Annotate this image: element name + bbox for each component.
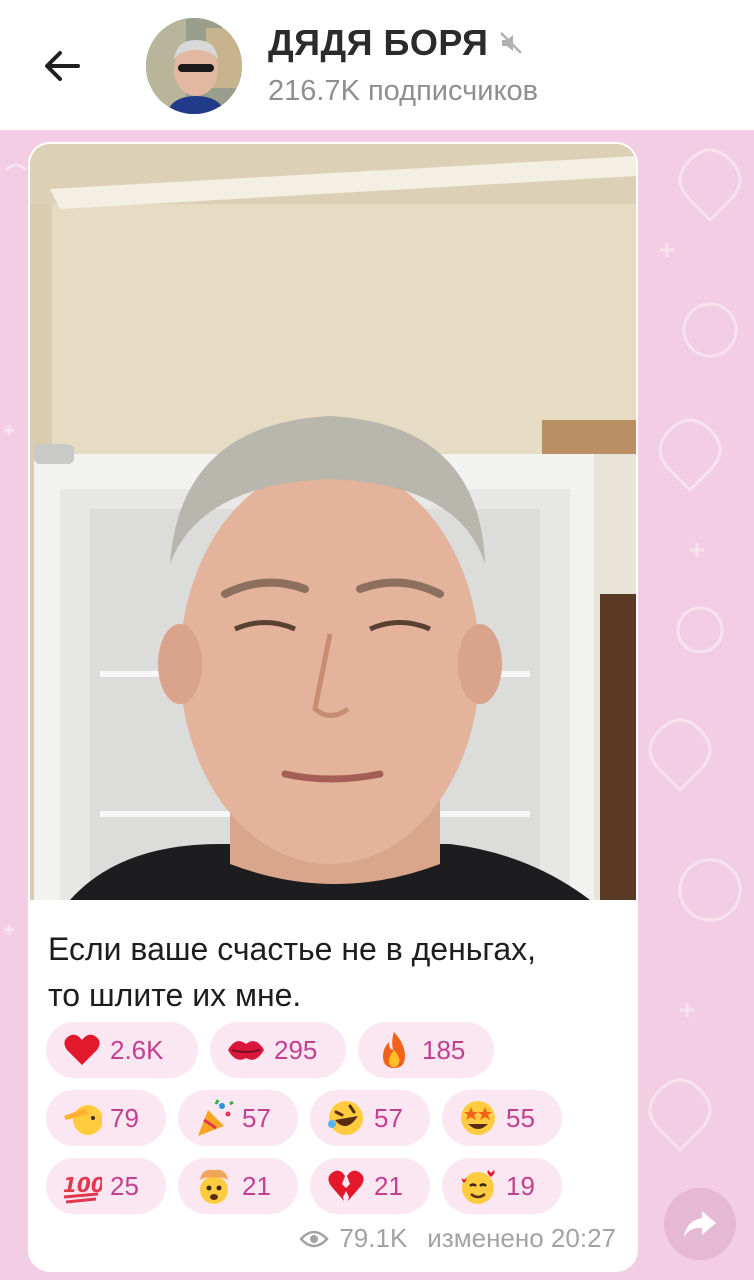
rofl-icon [326,1098,366,1138]
reaction-count: 185 [422,1034,466,1065]
edited-timestamp: изменено 20:27 [427,1223,616,1253]
muted-speaker-icon [500,32,523,54]
reaction-count: 55 [506,1102,535,1133]
salute-face-icon [62,1098,102,1138]
reaction-hundred[interactable]: 100 25 [46,1158,166,1214]
reaction-count: 21 [374,1170,403,1201]
reaction-count: 25 [110,1170,139,1201]
eye-icon [299,1230,330,1247]
star-struck-icon [458,1098,498,1138]
message-bubble: Если ваше счастье не в деньгах, то шлите… [28,142,638,1272]
reaction-count: 2.6K [110,1034,164,1065]
reaction-kiss[interactable]: 295 [210,1022,346,1078]
reaction-count: 19 [506,1170,535,1201]
reaction-count: 295 [274,1034,318,1065]
broken-heart-icon [326,1166,366,1206]
reaction-broken-heart[interactable]: 21 [310,1158,430,1214]
smiling-face-with-hearts-icon [458,1166,498,1206]
selfie-image [30,144,636,900]
channel-title[interactable]: ДЯДЯ БОРЯ [268,22,488,64]
view-count: 79.1K [339,1223,408,1253]
arrow-left-icon [45,51,80,81]
hundred-points-icon: 100 [62,1166,102,1206]
share-arrow-icon [684,1211,716,1237]
reaction-salute[interactable]: 79 [46,1090,166,1146]
back-button[interactable] [36,40,88,92]
kiss-mark-icon [226,1030,266,1070]
reaction-count: 57 [374,1102,403,1133]
caption-line-2: то шлите их мне. [48,977,302,1013]
caption-line-1: Если ваше счастье не в деньгах, [48,931,537,967]
exploding-head-icon [194,1166,234,1206]
fire-icon [374,1030,414,1070]
reaction-exploding-head[interactable]: 21 [178,1158,298,1214]
reaction-count: 57 [242,1102,271,1133]
heart-icon [62,1030,102,1070]
message-meta: 79.1K изменено 20:27 [299,1223,616,1254]
reaction-star-struck[interactable]: 55 [442,1090,562,1146]
reaction-rofl[interactable]: 57 [310,1090,430,1146]
chat-header: ДЯДЯ БОРЯ 216.7K подписчиков [0,0,754,130]
reaction-heart[interactable]: 2.6K [46,1022,198,1078]
reaction-fire[interactable]: 185 [358,1022,494,1078]
party-popper-icon [194,1098,234,1138]
subscriber-count: 216.7K подписчиков [268,75,539,107]
reaction-smiling-hearts[interactable]: 19 [442,1158,562,1214]
message-caption: Если ваше счастье не в деньгах, то шлите… [48,926,618,1018]
channel-avatar[interactable] [146,18,242,114]
reaction-count: 21 [242,1170,271,1201]
message-photo[interactable] [30,144,636,900]
reaction-party[interactable]: 57 [178,1090,298,1146]
reaction-count: 79 [110,1102,139,1133]
share-button[interactable] [664,1188,736,1260]
